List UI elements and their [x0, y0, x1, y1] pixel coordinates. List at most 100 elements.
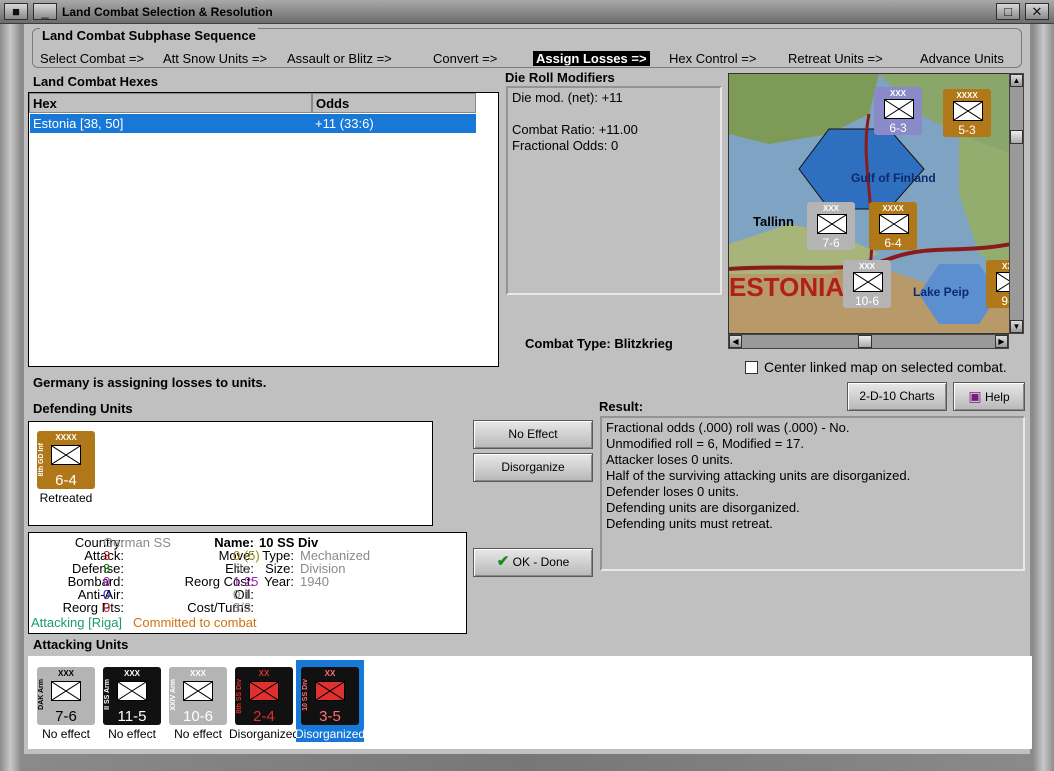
result-line: Attacker loses 0 units. — [606, 452, 734, 467]
subphase-step: Advance Units — [920, 51, 1004, 66]
reorg-points-value: 0 — [103, 600, 111, 615]
subphase-step: Retreat Units => — [788, 51, 883, 66]
no-effect-button[interactable]: No Effect — [473, 420, 593, 449]
unit-status-caption: Disorganized — [229, 727, 300, 741]
column-header-hex[interactable]: Hex — [29, 93, 312, 113]
map-label-estonia: ESTONIA — [729, 272, 844, 302]
unit-strength: 7-6 — [55, 708, 77, 725]
unit-size: XX — [258, 669, 270, 678]
window-title: Land Combat Selection & Resolution — [62, 5, 273, 19]
disorganize-button[interactable]: Disorganize — [473, 453, 593, 482]
subphase-step: Hex Control => — [669, 51, 757, 66]
ok-done-button[interactable]: ✔ OK - Done — [473, 548, 593, 577]
unit-strength: 9-3 — [1001, 294, 1009, 308]
unit-strength: 5-3 — [958, 123, 976, 137]
die-roll-modifiers-title: Die Roll Modifiers — [505, 70, 615, 85]
unit-status-caption: No effect — [108, 727, 156, 741]
fractional-odds: Fractional Odds: 0 — [512, 138, 619, 153]
unit-symbol-icon — [183, 681, 213, 701]
unit-counter[interactable]: XX 10 SS Div 3-5 — [301, 667, 359, 725]
unit-counter[interactable]: XXXX 8th GD Inf 6-4 — [37, 431, 95, 489]
unit-strength: 2-4 — [253, 708, 275, 725]
help-button[interactable]: ▣ Help — [953, 382, 1025, 411]
unit-side-label: 10 SS Div — [302, 679, 309, 711]
attacking-units-title: Attacking Units — [33, 637, 129, 652]
unit-symbol-icon — [315, 681, 345, 701]
die-roll-modifiers-panel: Die mod. (net): +11 Combat Ratio: +11.00… — [506, 86, 722, 295]
result-line: Defending units are disorganized. — [606, 500, 800, 515]
unit-counter[interactable]: XXX II SS Arm 11-5 — [103, 667, 161, 725]
map-label-tallinn: Tallinn — [753, 214, 794, 229]
ok-done-label: OK - Done — [512, 555, 570, 569]
map-unit-counter[interactable]: XXXX 5-3 — [943, 89, 991, 137]
unit-symbol-icon — [879, 214, 909, 234]
maximize-button[interactable]: □ — [996, 3, 1020, 20]
unit-symbol-icon — [953, 101, 983, 121]
unit-symbol-icon — [996, 272, 1009, 292]
map-unit-counter[interactable]: XXX 9-3 — [986, 260, 1009, 308]
unit-counter[interactable]: XXX DAK Arm 7-6 — [37, 667, 95, 725]
checkmark-icon: ✔ — [496, 553, 510, 570]
scroll-up-icon[interactable]: ▲ — [1010, 74, 1023, 87]
charts-button[interactable]: 2-D-10 Charts — [847, 382, 947, 411]
unit-size: XXX — [57, 669, 74, 678]
unit-symbol-icon — [51, 445, 81, 465]
unit-side-label: II SS Arm — [104, 679, 111, 710]
unit-size: XXX — [889, 89, 906, 98]
system-menu-button[interactable]: ■ — [4, 3, 28, 20]
unit-status-caption: No effect — [42, 727, 90, 741]
unit-symbol-icon — [117, 681, 147, 701]
map-vertical-scrollbar[interactable]: ▲ ▼ — [1009, 73, 1024, 334]
unit-strength: 6-3 — [889, 121, 907, 135]
unit-strength: 10-6 — [854, 294, 880, 308]
unit-counter[interactable]: XX 8th SS Div 2-4 — [235, 667, 293, 725]
unit-size: XXX — [822, 204, 839, 213]
combat-hexes-title: Land Combat Hexes — [33, 74, 158, 89]
result-line: Defender loses 0 units. — [606, 484, 739, 499]
unit-symbol-icon — [249, 681, 279, 701]
combat-hexes-table: Hex Odds Estonia [38, 50] +11 (33:6) — [28, 92, 499, 367]
attacking-from: Attacking [Riga] — [31, 615, 123, 630]
unit-status-caption: No effect — [174, 727, 222, 741]
result-line: Half of the surviving attacking units ar… — [606, 468, 911, 483]
unit-side-label: XXIV Arm — [170, 679, 177, 711]
map-unit-counter[interactable]: XXX 7-6 — [807, 202, 855, 250]
result-title: Result: — [599, 399, 644, 414]
horizontal-scroll-thumb[interactable] — [858, 335, 872, 348]
map-unit-counter[interactable]: XXXX 6-4 — [869, 202, 917, 250]
map-unit-counter[interactable]: XXX 10-6 — [843, 260, 891, 308]
linked-map[interactable]: Gulf of Finland Tallinn ESTONIA Lake Pei… — [728, 73, 1010, 334]
map-horizontal-scrollbar[interactable]: ◀ ▶ — [728, 334, 1009, 349]
status-message: Germany is assigning losses to units. — [33, 375, 267, 390]
minimize-button[interactable]: _ — [33, 3, 57, 20]
unit-strength: 6-4 — [884, 236, 902, 250]
close-button[interactable]: ✕ — [1025, 3, 1049, 20]
column-header-odds[interactable]: Odds — [312, 93, 476, 113]
unit-symbol-icon — [884, 99, 914, 119]
vertical-scroll-thumb[interactable] — [1010, 130, 1023, 144]
unit-side-label: DAK Arm — [38, 679, 45, 710]
unit-strength: 6-4 — [55, 472, 77, 489]
unit-strength: 11-5 — [117, 708, 147, 725]
result-line: Fractional odds (.000) roll was (.000) -… — [606, 420, 850, 435]
center-map-checkbox[interactable] — [745, 361, 758, 374]
combat-ratio: Combat Ratio: +11.00 — [512, 122, 638, 137]
committed-status: Committed to combat — [133, 615, 257, 630]
unit-size: XX — [324, 669, 336, 678]
unit-size: XXXX — [956, 91, 978, 100]
map-unit-counter[interactable]: XXX 6-3 — [874, 87, 922, 135]
year-value: 1940 — [300, 574, 329, 589]
subphase-step: Select Combat => — [40, 51, 145, 66]
scroll-right-icon[interactable]: ▶ — [995, 335, 1008, 348]
unit-strength: 3-5 — [319, 708, 341, 725]
unit-size: XXX — [123, 669, 140, 678]
table-row-odds[interactable]: +11 (33:6) — [312, 114, 476, 133]
subphase-step: Assault or Blitz => — [287, 51, 392, 66]
result-line: Unmodified roll = 6, Modified = 17. — [606, 436, 804, 451]
result-panel: Fractional odds (.000) roll was (.000) -… — [600, 416, 1025, 571]
book-icon: ▣ — [968, 388, 982, 404]
table-row-hex[interactable]: Estonia [38, 50] — [30, 114, 312, 133]
unit-counter[interactable]: XXX XXIV Arm 10-6 — [169, 667, 227, 725]
scroll-down-icon[interactable]: ▼ — [1010, 320, 1023, 333]
scroll-left-icon[interactable]: ◀ — [729, 335, 742, 348]
